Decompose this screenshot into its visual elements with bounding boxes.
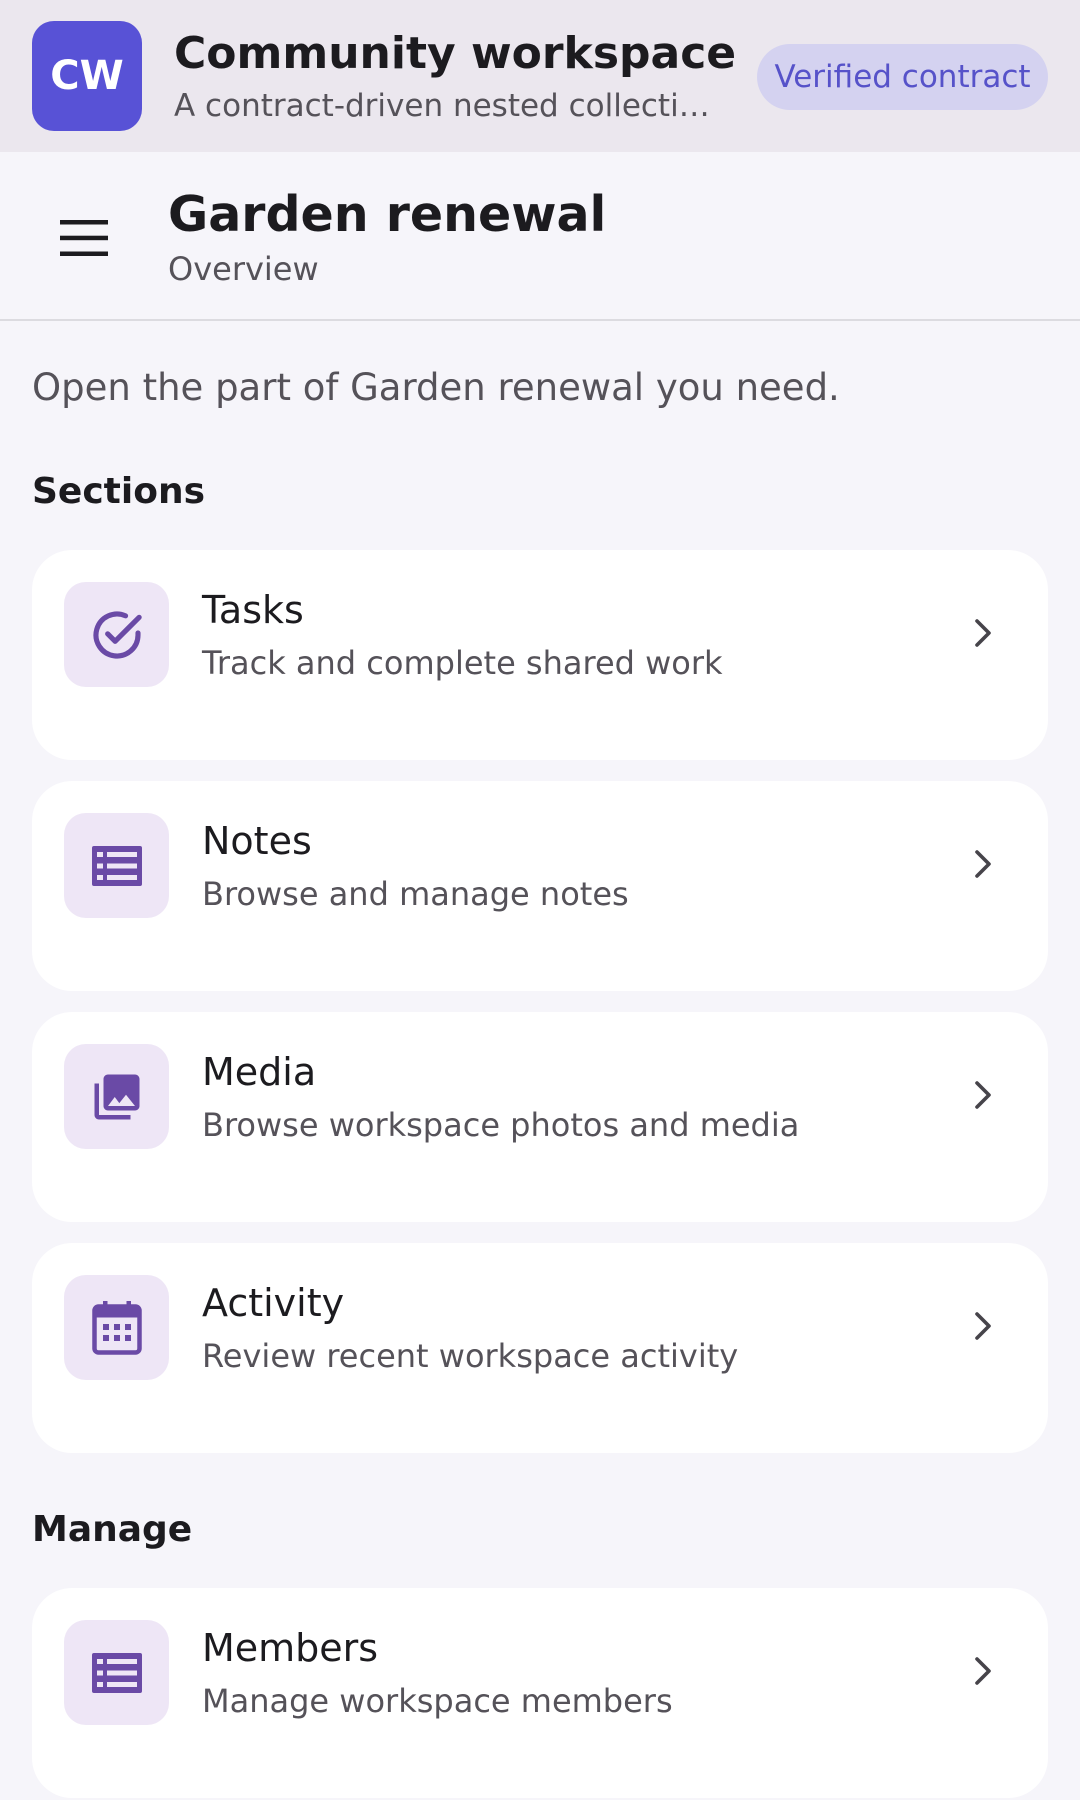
card-description: Manage workspace members: [202, 1682, 673, 1720]
verified-contract-badge: Verified contract: [757, 44, 1048, 110]
card-title: Activity: [202, 1281, 345, 1325]
card-description: Track and complete shared work: [202, 644, 723, 682]
app-bar: Garden renewal Overview: [0, 152, 1080, 321]
card-title: Tasks: [202, 588, 304, 632]
check-circle-icon: [92, 610, 142, 659]
chevron-right-icon: [948, 598, 1018, 668]
section-card-tasks[interactable]: Tasks Track and complete shared work: [32, 550, 1048, 760]
card-title: Members: [202, 1626, 379, 1670]
card-description: Browse and manage notes: [202, 875, 629, 913]
card-icon-container: [64, 1044, 169, 1149]
photo-library-icon: [94, 1074, 139, 1119]
hamburger-menu-icon: [60, 220, 108, 256]
chevron-right-icon: [948, 829, 1018, 899]
page-title: Garden renewal: [168, 186, 607, 243]
section-card-media[interactable]: Media Browse workspace photos and media: [32, 1012, 1048, 1222]
card-icon-container: [64, 813, 169, 918]
manage-heading: Manage: [32, 1509, 193, 1550]
manage-card-members[interactable]: Members Manage workspace members: [32, 1588, 1048, 1798]
chevron-right-icon: [948, 1291, 1018, 1361]
card-title: Media: [202, 1050, 317, 1094]
sections-heading: Sections: [32, 471, 206, 512]
workspace-title: Community workspace: [174, 28, 737, 79]
section-card-activity[interactable]: Activity Review recent workspace activit…: [32, 1243, 1048, 1453]
section-card-notes[interactable]: Notes Browse and manage notes: [32, 781, 1048, 991]
card-icon-container: [64, 1620, 169, 1725]
card-description: Browse workspace photos and media: [202, 1106, 800, 1144]
chevron-right-icon: [948, 1060, 1018, 1130]
list-icon: [91, 1652, 142, 1693]
card-icon-container: [64, 1275, 169, 1380]
card-icon-container: [64, 582, 169, 687]
workspace-subtitle: A contract-driven nested collection ...: [174, 88, 724, 124]
card-title: Notes: [202, 819, 312, 863]
workspace-header: CW Community workspace A contract-driven…: [0, 0, 1080, 152]
calendar-icon: [91, 1300, 142, 1355]
list-icon: [91, 845, 142, 886]
card-description: Review recent workspace activity: [202, 1337, 739, 1375]
workspace-avatar: CW: [32, 21, 142, 131]
page-subtitle: Overview: [168, 250, 319, 288]
intro-text: Open the part of Garden renewal you need…: [32, 366, 840, 409]
menu-button[interactable]: [44, 198, 124, 278]
chevron-right-icon: [948, 1636, 1018, 1706]
